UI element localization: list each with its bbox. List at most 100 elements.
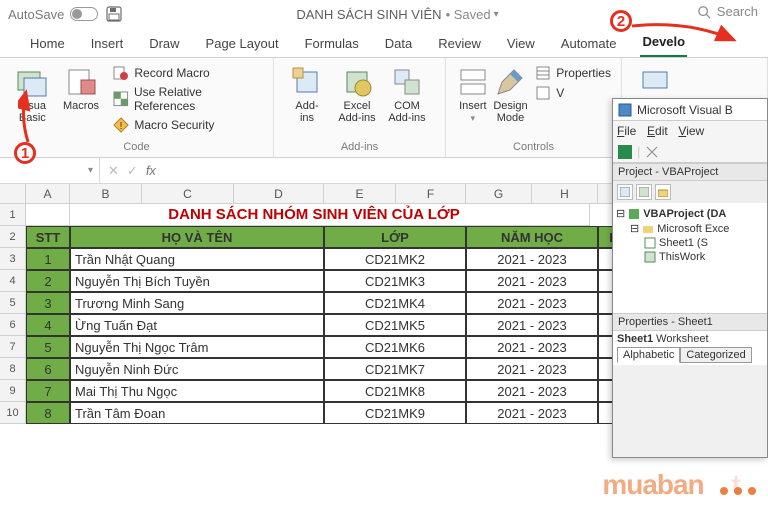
cell-lop[interactable]: CD21MK7: [324, 358, 466, 380]
header-stt[interactable]: STT: [26, 226, 70, 248]
tab-review[interactable]: Review: [436, 36, 483, 57]
cell-nam[interactable]: 2021 - 2023: [466, 314, 598, 336]
search-box[interactable]: Search: [697, 4, 758, 19]
tree-minus-icon[interactable]: ⊟: [616, 207, 625, 220]
row-header[interactable]: 1: [0, 204, 26, 226]
cell-stt[interactable]: 7: [26, 380, 70, 402]
row-header[interactable]: 4: [0, 270, 26, 292]
row-header[interactable]: 6: [0, 314, 26, 336]
vbe-cut-icon[interactable]: [644, 144, 660, 160]
tab-draw[interactable]: Draw: [147, 36, 181, 57]
excel-addins-button[interactable]: Excel Add-ins: [332, 62, 382, 124]
cell-lop[interactable]: CD21MK2: [324, 248, 466, 270]
vbe-titlebar[interactable]: Microsoft Visual B: [613, 99, 767, 121]
row-header[interactable]: 3: [0, 248, 26, 270]
vbe-properties-pane[interactable]: Sheet1 Worksheet Alphabetic Categorized: [613, 331, 767, 365]
cell-nam[interactable]: 2021 - 2023: [466, 380, 598, 402]
cell-stt[interactable]: 2: [26, 270, 70, 292]
tab-home[interactable]: Home: [28, 36, 67, 57]
tree-minus-icon[interactable]: ⊟: [630, 222, 639, 235]
col-header[interactable]: F: [396, 184, 466, 204]
cell-lop[interactable]: CD21MK4: [324, 292, 466, 314]
tab-formulas[interactable]: Formulas: [303, 36, 361, 57]
vbe-view-code-icon[interactable]: [617, 184, 633, 200]
tab-page-layout[interactable]: Page Layout: [204, 36, 281, 57]
insert-control-button[interactable]: Insert▾: [454, 62, 492, 124]
col-header[interactable]: A: [26, 184, 70, 204]
cell-nam[interactable]: 2021 - 2023: [466, 248, 598, 270]
tab-data[interactable]: Data: [383, 36, 414, 57]
vbe-excel-icon[interactable]: [617, 144, 633, 160]
cell-lop[interactable]: CD21MK9: [324, 402, 466, 424]
cell-name[interactable]: Mai Thị Thu Ngọc: [70, 380, 324, 402]
vbe-menu-file[interactable]: File: [617, 124, 636, 138]
row-header[interactable]: 5: [0, 292, 26, 314]
vbe-menu-view[interactable]: View: [678, 124, 704, 138]
properties-button[interactable]: Properties: [533, 64, 613, 82]
com-addins-button[interactable]: COM Add-ins: [382, 62, 432, 124]
title-caret-icon[interactable]: ▾: [494, 9, 499, 20]
tab-automate[interactable]: Automate: [559, 36, 619, 57]
cell-nam[interactable]: 2021 - 2023: [466, 358, 598, 380]
cell-nam[interactable]: 2021 - 2023: [466, 336, 598, 358]
vbe-tab-categorized[interactable]: Categorized: [680, 347, 751, 363]
addins-button[interactable]: Add- ins: [282, 62, 332, 124]
cell-lop[interactable]: CD21MK8: [324, 380, 466, 402]
row-header[interactable]: 2: [0, 226, 26, 248]
cell-stt[interactable]: 6: [26, 358, 70, 380]
cell-stt[interactable]: 1: [26, 248, 70, 270]
vbe-project-tree[interactable]: ⊟VBAProject (DA ⊟Microsoft Exce Sheet1 (…: [613, 203, 767, 313]
cell-stt[interactable]: 8: [26, 402, 70, 424]
header-name[interactable]: HỌ VÀ TÊN: [70, 226, 324, 248]
col-header[interactable]: C: [142, 184, 234, 204]
sheet-title[interactable]: DANH SÁCH NHÓM SINH VIÊN CỦA LỚP: [70, 204, 558, 226]
view-code-button[interactable]: V: [533, 84, 613, 102]
header-nam[interactable]: NĂM HỌC: [466, 226, 598, 248]
cell-name[interactable]: Nguyễn Thị Ngọc Trâm: [70, 336, 324, 358]
cell-name[interactable]: Nguyễn Thị Bích Tuyền: [70, 270, 324, 292]
col-header[interactable]: D: [234, 184, 324, 204]
vbe-window[interactable]: Microsoft Visual B File Edit View | Proj…: [612, 98, 768, 458]
col-header[interactable]: G: [466, 184, 532, 204]
cell-name[interactable]: Trương Minh Sang: [70, 292, 324, 314]
cell-lop[interactable]: CD21MK5: [324, 314, 466, 336]
fx-enter-icon[interactable]: ✓: [127, 163, 138, 179]
select-all-corner[interactable]: [0, 184, 26, 204]
design-mode-button[interactable]: Design Mode: [492, 62, 530, 124]
col-header[interactable]: H: [532, 184, 598, 204]
row-header[interactable]: 8: [0, 358, 26, 380]
vbe-menu-edit[interactable]: Edit: [647, 124, 668, 138]
fx-cancel-icon[interactable]: ✕: [108, 163, 119, 179]
vbe-folder-icon[interactable]: [655, 184, 671, 200]
cell-name[interactable]: Trần Tâm Đoan: [70, 402, 324, 424]
cell-nam[interactable]: 2021 - 2023: [466, 270, 598, 292]
extra-button[interactable]: [630, 62, 680, 98]
cell-stt[interactable]: 5: [26, 336, 70, 358]
macro-security-button[interactable]: !Macro Security: [111, 116, 265, 134]
col-header[interactable]: B: [70, 184, 142, 204]
cell-name[interactable]: Ừng Tuấn Đạt: [70, 314, 324, 336]
col-header[interactable]: E: [324, 184, 396, 204]
tab-insert[interactable]: Insert: [89, 36, 126, 57]
cell-lop[interactable]: CD21MK3: [324, 270, 466, 292]
fx-icon[interactable]: fx: [146, 163, 156, 178]
row-header[interactable]: 9: [0, 380, 26, 402]
cell-stt[interactable]: 4: [26, 314, 70, 336]
cell-nam[interactable]: 2021 - 2023: [466, 292, 598, 314]
macros-button[interactable]: Macros: [57, 62, 106, 134]
record-macro-button[interactable]: Record Macro: [111, 64, 265, 82]
cell-lop[interactable]: CD21MK6: [324, 336, 466, 358]
vbe-view-object-icon[interactable]: [636, 184, 652, 200]
vbe-tab-alphabetic[interactable]: Alphabetic: [617, 347, 680, 363]
name-box[interactable]: ▾: [0, 158, 100, 183]
autosave-toggle[interactable]: [70, 7, 98, 21]
cell-nam[interactable]: 2021 - 2023: [466, 402, 598, 424]
tab-view[interactable]: View: [505, 36, 537, 57]
row-header[interactable]: 10: [0, 402, 26, 424]
header-lop[interactable]: LỚP: [324, 226, 466, 248]
relative-ref-button[interactable]: Use Relative References: [111, 84, 265, 114]
cell-name[interactable]: Trần Nhật Quang: [70, 248, 324, 270]
cell-stt[interactable]: 3: [26, 292, 70, 314]
cell-name[interactable]: Nguyễn Ninh Đức: [70, 358, 324, 380]
row-header[interactable]: 7: [0, 336, 26, 358]
